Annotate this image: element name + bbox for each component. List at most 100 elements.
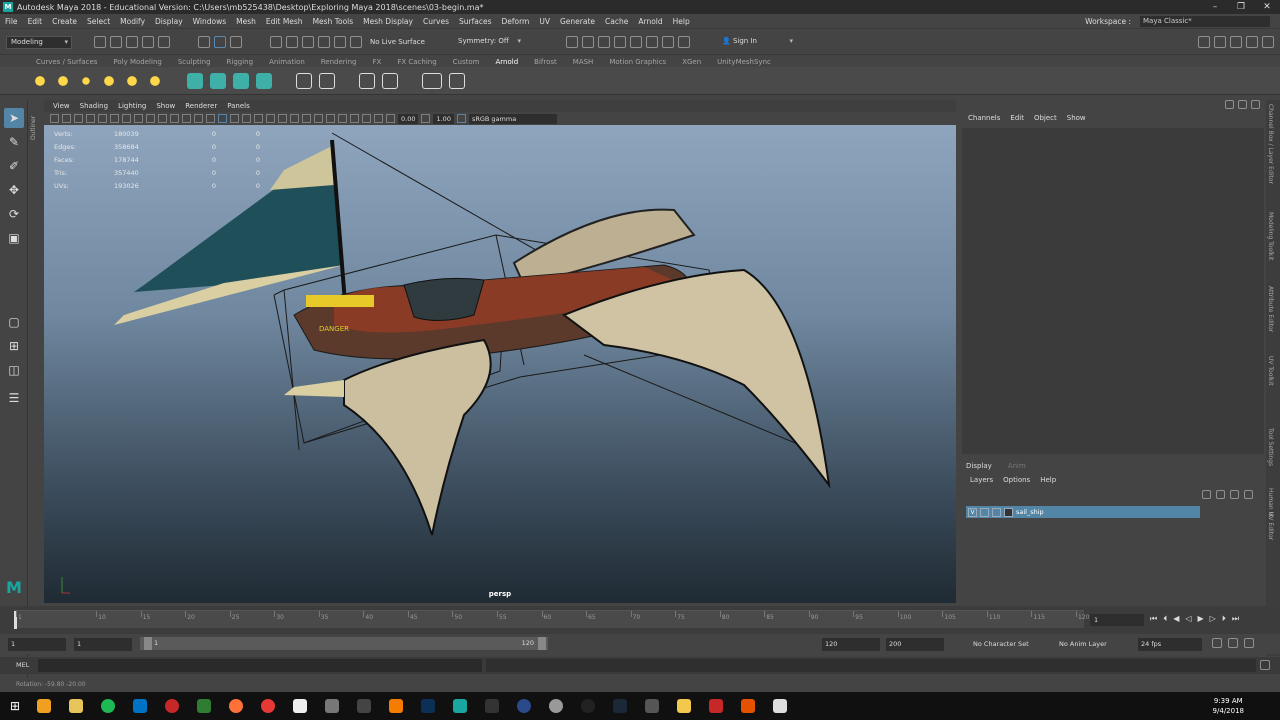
maya-taskbar-icon[interactable] bbox=[453, 699, 468, 713]
shelf-tab-arnold[interactable]: Arnold bbox=[488, 58, 527, 66]
export-ass-icon[interactable] bbox=[256, 72, 272, 89]
four-view-icon[interactable]: ⊞ bbox=[4, 336, 24, 356]
save-scene-icon[interactable] bbox=[126, 36, 138, 48]
layer-menu-help[interactable]: Help bbox=[1040, 476, 1056, 484]
app3-icon[interactable] bbox=[645, 699, 660, 713]
shelf-tab-animation[interactable]: Animation bbox=[261, 58, 313, 66]
layer-tab-display[interactable]: Display bbox=[966, 462, 992, 470]
obs-icon[interactable] bbox=[517, 699, 532, 713]
move-layer-up-icon[interactable] bbox=[1202, 490, 1211, 499]
scale-tool-icon[interactable]: ▣ bbox=[4, 228, 24, 248]
app5-icon[interactable] bbox=[773, 699, 788, 713]
step-forward-key-icon[interactable]: ⏵ bbox=[1222, 614, 1226, 624]
app-icon[interactable] bbox=[325, 699, 340, 713]
side-tab-attribute-editor[interactable]: Attribute Editor bbox=[1267, 286, 1274, 332]
camera-icon[interactable] bbox=[422, 72, 442, 89]
anim-layer-dropdown[interactable]: No Anim Layer bbox=[1056, 637, 1126, 651]
fps-dropdown[interactable]: 24 fps bbox=[1138, 637, 1202, 651]
grid-icon[interactable] bbox=[122, 114, 131, 123]
firefox-icon[interactable] bbox=[229, 699, 244, 713]
arnold-render-icon[interactable] bbox=[662, 36, 674, 48]
outliner-tab[interactable]: Outliner bbox=[30, 100, 42, 140]
light-portal-icon[interactable] bbox=[124, 72, 140, 89]
workspace-selector[interactable]: Workspace : Maya Classic* bbox=[1080, 15, 1280, 27]
viewport-menu-show[interactable]: Show bbox=[151, 102, 180, 110]
menu-curves[interactable]: Curves bbox=[418, 17, 454, 26]
menu-windows[interactable]: Windows bbox=[188, 17, 231, 26]
go-to-start-icon[interactable]: ⏮ bbox=[1150, 614, 1157, 624]
channel-menu-object[interactable]: Object bbox=[1034, 114, 1057, 122]
step-back-key-icon[interactable]: ⏴ bbox=[1163, 614, 1167, 624]
animation-start-field[interactable]: 1 bbox=[8, 637, 66, 651]
menu-surfaces[interactable]: Surfaces bbox=[454, 17, 496, 26]
channel-menu-channels[interactable]: Channels bbox=[968, 114, 1000, 122]
new-scene-icon[interactable] bbox=[94, 36, 106, 48]
shelf-tab-motion-graphics[interactable]: Motion Graphics bbox=[601, 58, 674, 66]
render-view-shelf-icon[interactable] bbox=[359, 72, 375, 89]
side-tab-modeling-toolkit[interactable]: Modeling Toolkit bbox=[1267, 212, 1274, 260]
animation-prefs-icon[interactable] bbox=[1244, 638, 1254, 648]
select-component-icon[interactable] bbox=[230, 36, 242, 48]
paint-select-icon[interactable]: ✐ bbox=[4, 156, 24, 176]
wireframe-on-shaded-icon[interactable] bbox=[242, 114, 251, 123]
houdini-icon[interactable] bbox=[741, 699, 756, 713]
menu-display[interactable]: Display bbox=[150, 17, 188, 26]
select-tool-icon[interactable]: ➤ bbox=[4, 108, 24, 128]
default-material-icon[interactable] bbox=[230, 114, 239, 123]
menu-help[interactable]: Help bbox=[668, 17, 695, 26]
davinci-icon[interactable] bbox=[485, 699, 500, 713]
channel-box-icon[interactable] bbox=[1246, 36, 1258, 48]
texture-manager-icon[interactable] bbox=[319, 72, 335, 89]
menu-mesh[interactable]: Mesh bbox=[231, 17, 261, 26]
select-camera-icon[interactable] bbox=[50, 114, 59, 123]
layer-color-swatch[interactable] bbox=[1004, 507, 1013, 517]
move-layer-down-icon[interactable] bbox=[1216, 490, 1225, 499]
physical-sky-icon[interactable] bbox=[147, 72, 163, 89]
time-slider[interactable]: 1 10 15 20 25 30 35 40 45 50 55 60 65 70 75 80 85 90 95 100… bbox=[0, 606, 1280, 634]
play-backward-icon[interactable]: ◁ bbox=[1185, 614, 1191, 624]
channel-box-settings-icon[interactable] bbox=[1238, 100, 1247, 109]
side-tab-channel-box-layer-editor[interactable]: Channel Box / Layer Editor bbox=[1267, 104, 1274, 184]
isolate-select-icon[interactable] bbox=[338, 114, 347, 123]
app2-icon[interactable] bbox=[581, 699, 596, 713]
menu-arnold[interactable]: Arnold bbox=[633, 17, 667, 26]
shelf-tab-custom[interactable]: Custom bbox=[445, 58, 488, 66]
safe-action-icon[interactable] bbox=[182, 114, 191, 123]
move-tool-icon[interactable]: ✥ bbox=[4, 180, 24, 200]
shelf-tab-rendering[interactable]: Rendering bbox=[313, 58, 365, 66]
arnold-logo-icon[interactable] bbox=[449, 72, 465, 89]
layer-visibility-toggle[interactable]: V bbox=[968, 507, 977, 517]
steam-icon[interactable] bbox=[613, 699, 628, 713]
side-tab-uv-toolkit[interactable]: UV Toolkit bbox=[1267, 356, 1274, 386]
play-forward-icon[interactable]: ▶ bbox=[1198, 614, 1204, 624]
playback-end-field[interactable]: 120 bbox=[822, 637, 880, 651]
menu-select[interactable]: Select bbox=[82, 17, 115, 26]
shelf-tab-curves-surfaces[interactable]: Curves / Surfaces bbox=[28, 58, 105, 66]
perspective-viewport[interactable]: Verts: 180039 0 0 Edges: 358684 0 0 Faces: 178744… bbox=[44, 125, 956, 603]
exposure-icon[interactable] bbox=[386, 114, 395, 123]
xray-joints-icon[interactable] bbox=[374, 114, 383, 123]
field-chart-icon[interactable] bbox=[170, 114, 179, 123]
layer-tab-anim[interactable]: Anim bbox=[1008, 462, 1026, 470]
modeling-toolkit-icon[interactable] bbox=[1198, 36, 1210, 48]
anti-aliasing-icon[interactable] bbox=[314, 114, 323, 123]
gate-mask-icon[interactable] bbox=[158, 114, 167, 123]
playback-start-field[interactable]: 1 bbox=[74, 637, 132, 651]
image-plane-icon[interactable] bbox=[86, 114, 95, 123]
chrome-icon[interactable] bbox=[261, 699, 276, 713]
menu-uv[interactable]: UV bbox=[534, 17, 555, 26]
menu-edit-mesh[interactable]: Edit Mesh bbox=[261, 17, 308, 26]
step-forward-frame-icon[interactable]: ▷ bbox=[1210, 614, 1216, 624]
animation-end-field[interactable]: 200 bbox=[886, 637, 944, 651]
menu-cache[interactable]: Cache bbox=[600, 17, 633, 26]
mel-input[interactable] bbox=[38, 659, 482, 672]
excel-icon[interactable] bbox=[197, 699, 212, 713]
render-frame-icon[interactable] bbox=[566, 36, 578, 48]
shelf-tab-sculpting[interactable]: Sculpting bbox=[170, 58, 219, 66]
shelf-tab-rigging[interactable]: Rigging bbox=[219, 58, 262, 66]
light-manager-icon[interactable] bbox=[382, 72, 398, 89]
camera-attributes-icon[interactable] bbox=[62, 114, 71, 123]
resolution-gate-icon[interactable] bbox=[146, 114, 155, 123]
layer-display-type-toggle[interactable] bbox=[992, 507, 1001, 517]
file-explorer-icon[interactable] bbox=[69, 699, 84, 713]
